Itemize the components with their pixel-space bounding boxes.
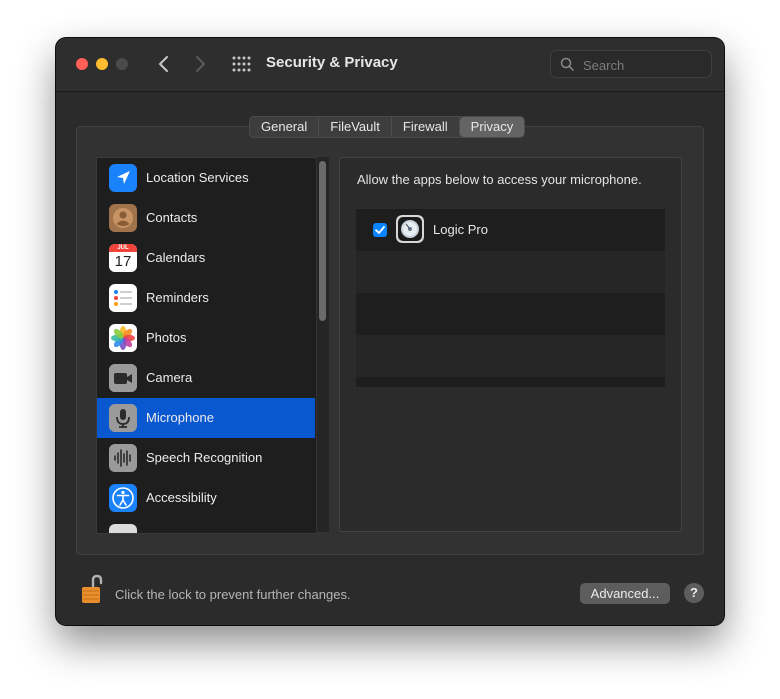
photos-icon [109,324,137,352]
forward-arrow-icon[interactable] [190,53,210,75]
microphone-icon [109,404,137,432]
sidebar-item-camera[interactable]: Camera [97,358,315,398]
accessibility-icon [109,484,137,512]
privacy-category-list: Location Services Contacts JUL 17 Calend… [96,157,318,534]
sidebar-item-speech-recognition[interactable]: Speech Recognition [97,438,315,478]
sidebar-item-reminders[interactable]: Reminders [97,278,315,318]
tab-filevault[interactable]: FileVault [319,117,392,137]
empty-row [356,335,665,377]
sidebar-item-contacts[interactable]: Contacts [97,198,315,238]
sidebar-item-label: Photos [146,330,187,345]
sidebar-item-label: Accessibility [146,490,217,505]
logic-pro-checkbox[interactable] [373,223,387,237]
contacts-icon [109,204,137,232]
advanced-button[interactable]: Advanced... [580,583,670,604]
close-button[interactable] [76,58,88,70]
security-privacy-window: Security & Privacy General FileVault Fir… [56,38,724,625]
next-item-icon [109,524,137,533]
help-button[interactable]: ? [684,583,704,603]
camera-icon [109,364,137,392]
sidebar-item-label: Reminders [146,290,209,305]
app-row-logic-pro[interactable]: Logic Pro [356,209,665,251]
back-arrow-icon[interactable] [154,53,174,75]
search-input[interactable] [581,55,705,75]
empty-row [356,293,665,335]
sidebar-item-label: Calendars [146,250,206,265]
sidebar-item-microphone[interactable]: Microphone [97,398,315,438]
speech-icon [109,444,137,472]
app-name: Logic Pro [433,222,488,237]
title-bar: Security & Privacy [56,38,724,92]
reminders-icon [109,284,137,312]
permission-panel: Allow the apps below to access your micr… [339,157,682,532]
tab-firewall[interactable]: Firewall [392,117,460,137]
window-title: Security & Privacy [266,54,398,71]
empty-row [356,377,665,387]
sidebar-item-label: Camera [146,370,193,385]
tab-bar: General FileVault Firewall Privacy [249,116,526,138]
sidebar-item-accessibility[interactable]: Accessibility [97,478,315,518]
zoom-button[interactable] [116,58,128,70]
logic-pro-icon [396,215,424,243]
search-icon [560,57,574,71]
show-all-grid-icon[interactable] [232,56,252,72]
permission-description: Allow the apps below to access your micr… [357,172,642,187]
sidebar-item-label: Location Services [146,170,249,185]
calendar-day: 17 [114,253,132,270]
sidebar-item-calendars[interactable]: JUL 17 Calendars [97,238,315,278]
calendar-icon: JUL 17 [109,244,137,272]
unlocked-lock-icon[interactable] [80,574,104,606]
lock-hint-text: Click the lock to prevent further change… [115,587,351,602]
empty-row [356,251,665,293]
location-icon [109,164,137,192]
tab-general[interactable]: General [250,117,320,137]
checkmark-icon [375,226,385,234]
tab-privacy[interactable]: Privacy [459,117,525,137]
sidebar-item-partial[interactable] [97,518,315,533]
sidebar-scroll-thumb[interactable] [319,161,326,321]
sidebar-item-label: Contacts [146,210,198,225]
calendar-month: JUL [109,244,137,252]
app-list: Logic Pro [356,209,665,387]
sidebar-item-photos[interactable]: Photos [97,318,315,358]
minimize-button[interactable] [96,58,108,70]
sidebar-item-label: Speech Recognition [146,450,263,465]
search-field[interactable] [550,50,712,78]
sidebar-item-label: Microphone [146,410,214,425]
sidebar-item-location-services[interactable]: Location Services [97,158,315,198]
